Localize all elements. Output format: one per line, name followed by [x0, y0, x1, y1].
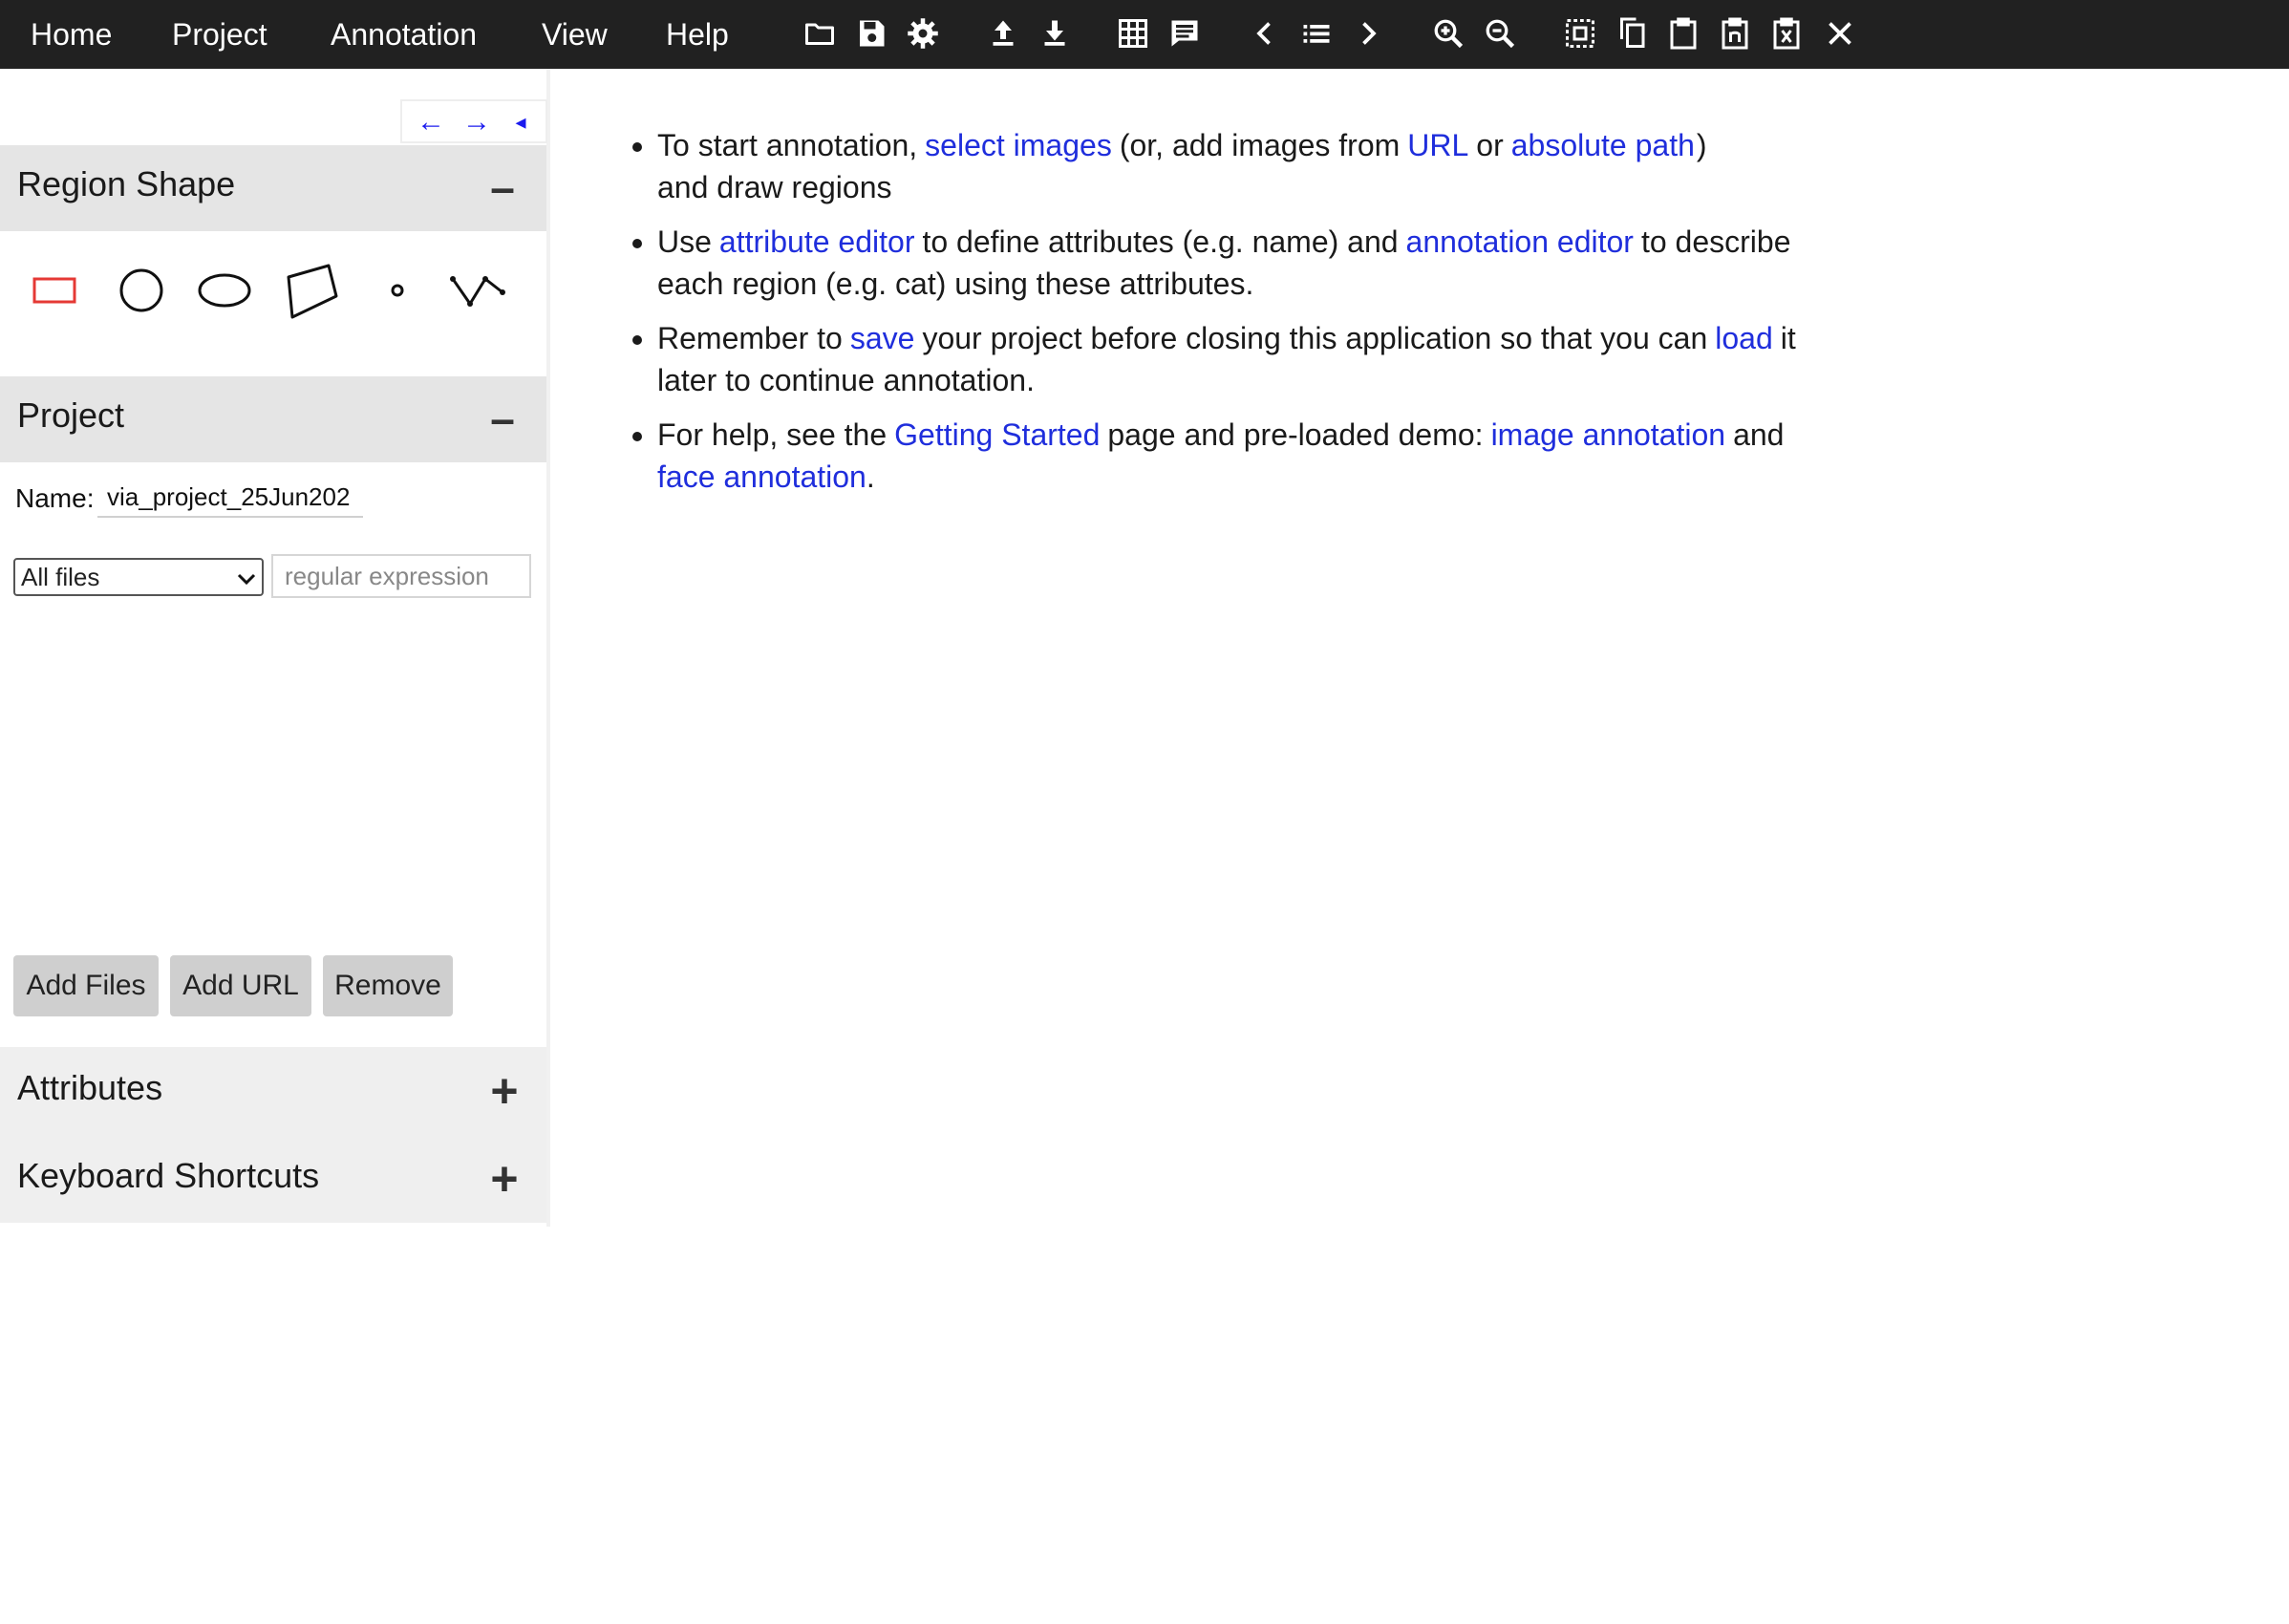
help-text: and draw regions [657, 170, 892, 204]
region-shape-collapse-icon[interactable]: – [483, 165, 522, 209]
close-icon[interactable] [1819, 12, 1861, 54]
grid-view-icon[interactable] [1112, 12, 1154, 54]
polygon-shape-icon[interactable] [281, 260, 342, 321]
save-link[interactable]: save [850, 321, 915, 355]
copy-icon[interactable] [1611, 12, 1653, 54]
rectangle-shape-icon[interactable] [25, 260, 86, 321]
help-list: To start annotation,select images(or, ad… [631, 124, 1834, 498]
next-arrow-icon[interactable]: → [460, 103, 494, 141]
select-images-link[interactable]: select images [925, 128, 1112, 162]
project-name-input[interactable] [97, 478, 363, 518]
regex-filter-input[interactable] [271, 554, 531, 598]
upload-icon[interactable] [982, 12, 1024, 54]
download-icon[interactable] [1034, 12, 1076, 54]
project-collapse-icon[interactable]: – [483, 396, 522, 440]
menu-annotation[interactable]: Annotation [331, 0, 477, 69]
keyboard-shortcuts-expand-icon[interactable]: + [483, 1155, 525, 1203]
start-info-panel: To start annotation,select images(or, ad… [631, 124, 1834, 510]
help-text: or [1476, 128, 1504, 162]
comment-icon[interactable] [1164, 12, 1206, 54]
point-shape-icon[interactable] [367, 260, 428, 321]
circle-shape-icon[interactable] [111, 260, 172, 321]
help-text: . [866, 459, 875, 494]
paste-delete-icon[interactable] [1765, 12, 1808, 54]
load-link[interactable]: load [1715, 321, 1773, 355]
getting-started-link[interactable]: Getting Started [894, 417, 1100, 452]
keyboard-shortcuts-title: Keyboard Shortcuts [17, 1156, 320, 1195]
menu-project[interactable]: Project [172, 0, 267, 69]
help-item-save: Remember tosaveyour project before closi… [657, 317, 1834, 401]
help-item-editors: Useattribute editorto define attributes … [657, 221, 1834, 305]
absolute-path-link[interactable]: absolute path [1511, 128, 1695, 162]
file-filter-select[interactable]: All files [13, 558, 264, 596]
help-text: to define attributes (e.g. name) and [922, 224, 1399, 259]
menu-view[interactable]: View [542, 0, 608, 69]
remove-button[interactable]: Remove [323, 955, 453, 1016]
attributes-header[interactable]: Attributes + [0, 1047, 546, 1135]
select-all-icon[interactable] [1559, 12, 1601, 54]
help-text: and [1733, 417, 1785, 452]
folder-open-icon[interactable] [799, 12, 841, 54]
zoom-out-icon[interactable] [1479, 12, 1521, 54]
help-text: For help, see the [657, 417, 888, 452]
region-shape-title: Region Shape [17, 164, 236, 203]
project-name-label: Name: [15, 483, 95, 513]
save-icon[interactable] [850, 12, 892, 54]
help-text: To start annotation, [657, 128, 918, 162]
face-annotation-demo-link[interactable]: face annotation [657, 459, 866, 494]
polyline-shape-icon[interactable] [447, 260, 508, 321]
help-text: (or, add images from [1119, 128, 1401, 162]
help-text: ) [1696, 128, 1707, 162]
project-title: Project [17, 395, 125, 435]
region-shape-header[interactable]: Region Shape – [0, 145, 546, 231]
top-menubar: Home Project Annotation View Help [0, 0, 2289, 69]
keyboard-shortcuts-header[interactable]: Keyboard Shortcuts + [0, 1135, 546, 1223]
attributes-title: Attributes [17, 1068, 163, 1107]
help-text: Remember to [657, 321, 843, 355]
collapse-sidebar-icon[interactable]: ◂ [503, 103, 538, 141]
image-list-icon[interactable] [1295, 12, 1337, 54]
prev-image-icon[interactable] [1244, 12, 1286, 54]
next-image-icon[interactable] [1347, 12, 1389, 54]
paste-n-icon[interactable] [1714, 12, 1756, 54]
attribute-editor-link[interactable]: attribute editor [719, 224, 915, 259]
help-text: Use [657, 224, 712, 259]
ellipse-shape-icon[interactable] [194, 260, 255, 321]
help-text: page and pre-loaded demo: [1107, 417, 1484, 452]
image-annotation-demo-link[interactable]: image annotation [1491, 417, 1726, 452]
help-item-getting-started: For help, see theGetting Startedpage and… [657, 414, 1834, 498]
annotation-editor-link[interactable]: annotation editor [1406, 224, 1634, 259]
menu-help[interactable]: Help [666, 0, 729, 69]
sidebar-nav: ← → ◂ [400, 99, 547, 143]
project-header[interactable]: Project – [0, 376, 546, 462]
help-item-start: To start annotation,select images(or, ad… [657, 124, 1834, 208]
add-url-button[interactable]: Add URL [170, 955, 311, 1016]
file-filter-selected: All files [21, 562, 100, 591]
menu-home[interactable]: Home [31, 0, 112, 69]
help-text: your project before closing this applica… [922, 321, 1708, 355]
attributes-expand-icon[interactable]: + [483, 1067, 525, 1115]
chevron-down-icon [237, 563, 256, 592]
paste-icon[interactable] [1662, 12, 1704, 54]
url-link[interactable]: URL [1407, 128, 1468, 162]
prev-arrow-icon[interactable]: ← [414, 103, 448, 141]
settings-icon[interactable] [902, 12, 944, 54]
add-files-button[interactable]: Add Files [13, 955, 159, 1016]
zoom-in-icon[interactable] [1427, 12, 1469, 54]
